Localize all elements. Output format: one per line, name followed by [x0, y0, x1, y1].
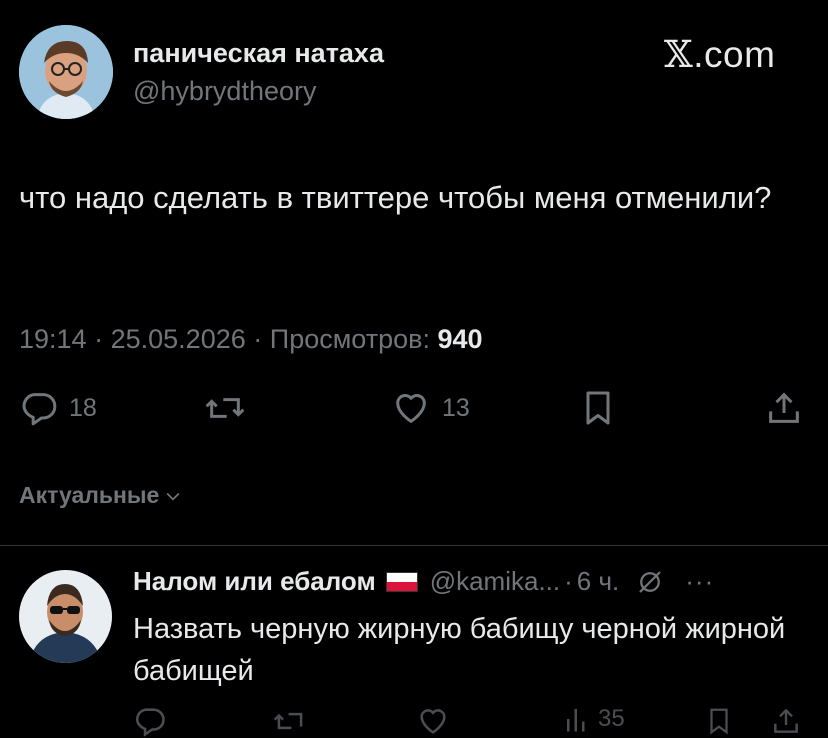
reply-button[interactable]: 18 — [19, 388, 97, 428]
meta-separator: · — [94, 324, 104, 354]
tweet-meta: 19:14 · 25.05.2026 · Просмотров: 940 — [19, 324, 483, 355]
more-options-icon[interactable]: ··· — [685, 566, 714, 597]
share-button[interactable] — [764, 388, 804, 428]
author-handle[interactable]: @hybrydtheory — [133, 76, 317, 107]
reply-time[interactable]: 6 ч. — [577, 566, 619, 597]
reply-author-name[interactable]: Налом или ебалом — [133, 566, 376, 597]
heart-icon — [396, 394, 426, 423]
reply-avatar[interactable] — [19, 570, 112, 663]
bookmark-button[interactable] — [578, 388, 618, 428]
reply-avatar-image — [19, 570, 112, 663]
reply-header: Налом или ебалом @kamika... · 6 ч. ··· — [133, 566, 714, 597]
sort-label: Актуальные — [19, 482, 160, 508]
tweet-date[interactable]: 25.05.2026 — [111, 324, 246, 354]
replies-sort-dropdown[interactable]: Актуальные — [19, 482, 183, 509]
reply-views[interactable]: 35 — [562, 704, 625, 734]
divider — [0, 545, 828, 546]
tweet-text: что надо сделать в твиттере чтобы меня о… — [19, 180, 772, 215]
reply-icon — [22, 393, 57, 426]
tweet-time[interactable]: 19:14 — [19, 324, 87, 354]
bookmark-icon — [586, 391, 610, 425]
x-com-logo: 𝕏.com — [664, 33, 776, 76]
reply-views-count: 35 — [598, 705, 625, 732]
meta-separator: · — [253, 324, 263, 354]
poland-flag-icon — [385, 571, 418, 592]
chevron-down-icon — [166, 492, 180, 501]
reply-count: 18 — [69, 393, 97, 422]
author-name[interactable]: паническая натаха — [133, 38, 384, 69]
views-label: Просмотров: — [269, 324, 430, 354]
meta-separator: · — [564, 566, 573, 596]
repost-button[interactable] — [203, 388, 247, 428]
views-icon — [567, 709, 585, 732]
reply-author-handle[interactable]: @kamika... — [430, 566, 560, 597]
like-count: 13 — [442, 393, 470, 422]
share-icon — [769, 392, 799, 423]
reply-text: Назвать черную жирную бабищу черной жирн… — [133, 613, 786, 687]
avatar[interactable] — [19, 25, 113, 119]
views-count: 940 — [437, 324, 483, 354]
like-button[interactable]: 13 — [390, 388, 470, 428]
repost-icon — [205, 398, 245, 418]
avatar-image — [19, 25, 113, 119]
grok-icon[interactable] — [635, 567, 665, 597]
